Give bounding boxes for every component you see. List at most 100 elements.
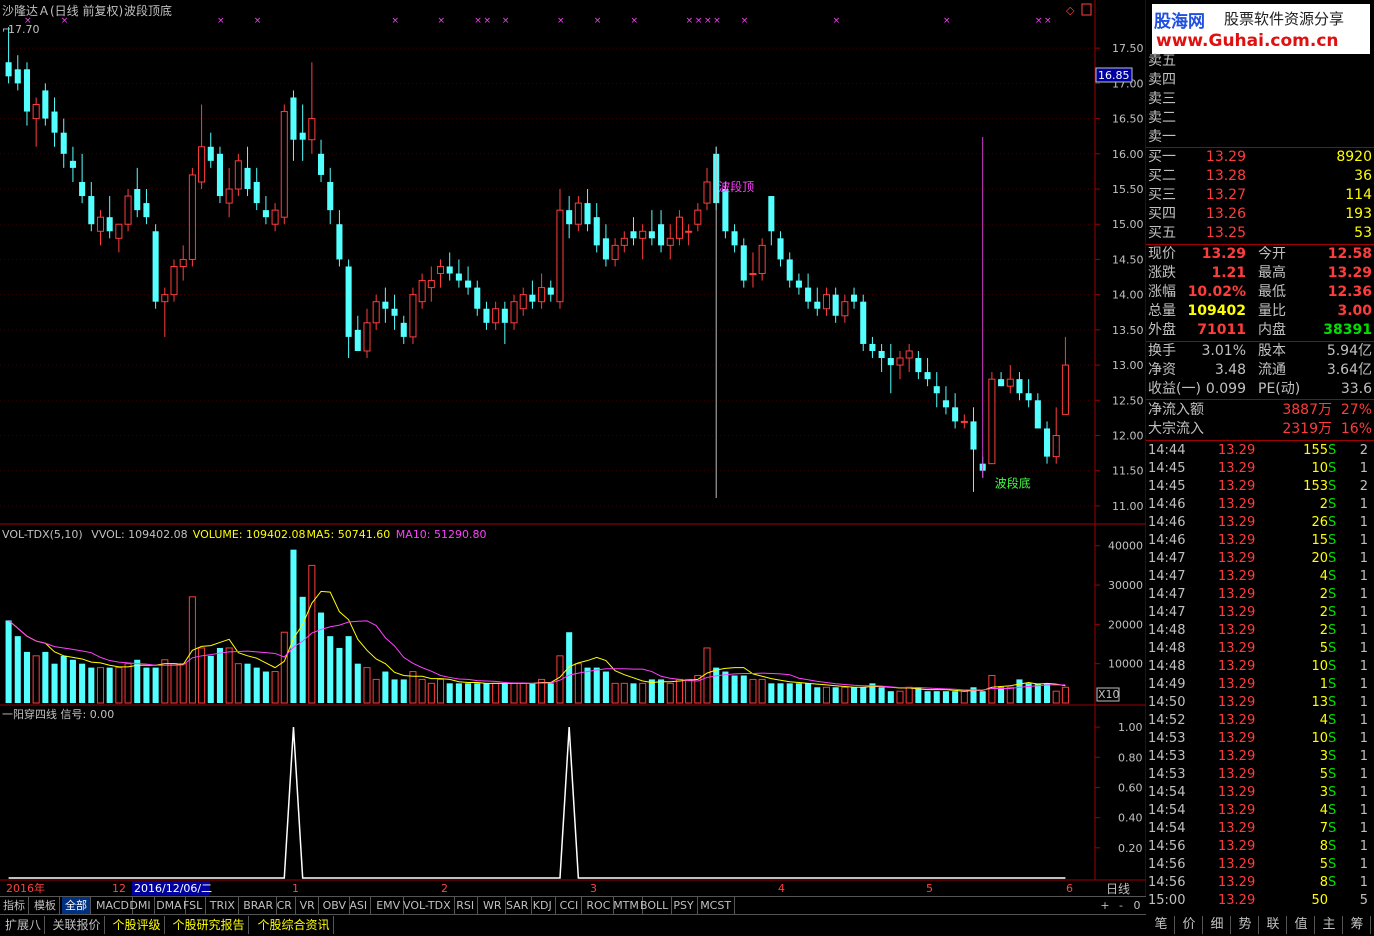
buy-row: 买一 13.29 8920 — [1148, 148, 1372, 167]
volume-bar — [345, 636, 352, 703]
tick-price: 13.29 — [1218, 749, 1256, 764]
indicator-tab[interactable]: VOL-TDX — [400, 897, 455, 914]
tick-time: 14:52 — [1148, 713, 1186, 728]
indicator-tab[interactable]: MCST — [697, 897, 736, 914]
chart-area[interactable]: 17.5017.0016.5016.0015.5015.0014.5014.00… — [0, 0, 1146, 935]
tick-price: 13.29 — [1218, 839, 1256, 854]
date-cursor-label: 2016/12/06/二 — [134, 882, 212, 895]
tick-price: 13.29 — [1218, 785, 1256, 800]
indicator-tab[interactable]: RSI — [453, 897, 479, 914]
tick-row: 14:46 13.29 2 S 1 — [1148, 496, 1370, 514]
tick-time: 14:47 — [1148, 551, 1186, 566]
indicator-tab[interactable]: CCI — [557, 897, 583, 914]
side-tab[interactable]: 价 — [1176, 916, 1203, 934]
flow-row: 净流入额 3887万 27% — [1148, 401, 1372, 420]
volume-bar — [483, 683, 490, 703]
stat-label: 涨跌 — [1148, 265, 1176, 281]
price-tick-label: 11.50 — [1112, 465, 1144, 478]
tick-time: 14:46 — [1148, 533, 1186, 548]
side-tab[interactable]: 值 — [1288, 916, 1315, 934]
indicator-tab[interactable]: DMI — [126, 897, 155, 914]
bottom-tab[interactable]: 关联报价 — [50, 916, 105, 934]
volume-bar — [574, 663, 582, 704]
indicator-tab[interactable]: SAR — [503, 897, 533, 914]
stat-value: 13.29 — [1327, 265, 1372, 281]
buy-row: 买三 13.27 114 — [1148, 186, 1372, 205]
volume-bar — [878, 687, 885, 703]
bottom-tab[interactable]: 个股综合资讯 — [255, 916, 334, 934]
indicator-tab[interactable]: CR — [274, 897, 296, 914]
bottom-tab[interactable]: 扩展八 — [2, 916, 46, 934]
indicator-tab[interactable]: KDJ — [530, 897, 556, 914]
indicator-tab[interactable]: WR — [480, 897, 506, 914]
tick-row: 14:53 13.29 10 S 1 — [1148, 730, 1370, 748]
scroll-control[interactable]: + — [1098, 898, 1112, 914]
buy-volume: 193 — [1345, 206, 1372, 222]
volume-bar — [23, 651, 31, 703]
tick-volume: 4 — [1319, 713, 1328, 728]
side-tab[interactable]: 主 — [1316, 916, 1343, 934]
indicator-tab[interactable]: PSY — [670, 897, 698, 914]
candle-body — [42, 90, 49, 119]
tick-side: S — [1328, 821, 1337, 836]
tick-count: 1 — [1359, 515, 1368, 530]
signal-marker: × — [502, 16, 510, 26]
tick-count: 1 — [1359, 713, 1368, 728]
buy-row: 买二 13.28 36 — [1148, 167, 1372, 186]
tick-price: 13.29 — [1218, 533, 1256, 548]
side-tab[interactable]: 联 — [1260, 916, 1287, 934]
volume-bar — [143, 667, 150, 703]
indicator-tab[interactable]: ASI — [346, 897, 372, 914]
indicator-tab[interactable]: TRIX — [207, 897, 239, 914]
indicator-tab[interactable]: BRAR — [240, 897, 278, 914]
side-tab[interactable]: 细 — [1204, 916, 1231, 934]
buy-volume: 8920 — [1336, 149, 1372, 165]
tick-side: S — [1328, 479, 1337, 494]
tick-time: 14:53 — [1148, 731, 1186, 746]
sell-label: 卖二 — [1148, 110, 1176, 126]
volume-bar — [308, 564, 316, 704]
window-icon[interactable] — [1081, 3, 1092, 16]
scroll-control[interactable]: - — [1114, 898, 1128, 914]
tick-row: 14:45 13.29 153 S 2 — [1148, 478, 1370, 496]
tick-volume: 5 — [1319, 857, 1328, 872]
scroll-control[interactable]: 0 — [1130, 898, 1144, 914]
indicator-tab[interactable]: FSL — [180, 897, 207, 914]
signal-marker: × — [438, 16, 446, 26]
tick-row: 14:47 13.29 4 S 1 — [1148, 568, 1370, 586]
side-tab[interactable]: 势 — [1232, 916, 1259, 934]
candle-body — [538, 287, 546, 303]
diamond-icon[interactable]: ◇ — [1066, 4, 1075, 17]
bottom-tab[interactable]: 个股评级 — [110, 916, 165, 934]
indicator-tab[interactable]: 全部 — [62, 897, 91, 914]
volume-bar — [519, 682, 527, 704]
volume-bar — [42, 651, 49, 703]
bottom-tab[interactable]: 个股研究报告 — [170, 916, 249, 934]
volume-legend-item: VOL-TDX(5,10) — [2, 528, 83, 541]
tick-price: 13.29 — [1218, 515, 1256, 530]
fund-label: 换手 — [1148, 343, 1176, 359]
candle-body — [556, 209, 564, 303]
buy-label: 买二 — [1148, 168, 1176, 184]
candle-body — [1034, 400, 1041, 429]
indicator-tab[interactable]: 模板 — [31, 897, 60, 914]
signal-marker: × — [741, 16, 749, 26]
side-tab[interactable]: 筹 — [1344, 916, 1371, 934]
volume-bar — [51, 663, 58, 703]
tick-row: 14:47 13.29 2 S 1 — [1148, 586, 1370, 604]
candle-body — [731, 231, 738, 246]
flow-value: 2319万 — [1282, 421, 1332, 437]
tick-row: 14:52 13.29 4 S 1 — [1148, 712, 1370, 730]
candle-body — [593, 217, 600, 246]
side-tab[interactable]: 笔 — [1148, 916, 1175, 934]
signal-marker: × — [686, 16, 694, 26]
volume-bar — [832, 687, 839, 703]
indicator-tab[interactable]: VR — [297, 897, 319, 914]
candle-body — [455, 273, 462, 281]
fund-value: 3.64亿 — [1326, 362, 1372, 378]
candle-body — [501, 308, 508, 323]
candle-body — [1061, 364, 1069, 415]
sell-label: 卖五 — [1148, 53, 1176, 69]
indicator-tab[interactable]: BOLL — [637, 897, 673, 914]
indicator-tab[interactable]: 指标 — [0, 897, 29, 914]
